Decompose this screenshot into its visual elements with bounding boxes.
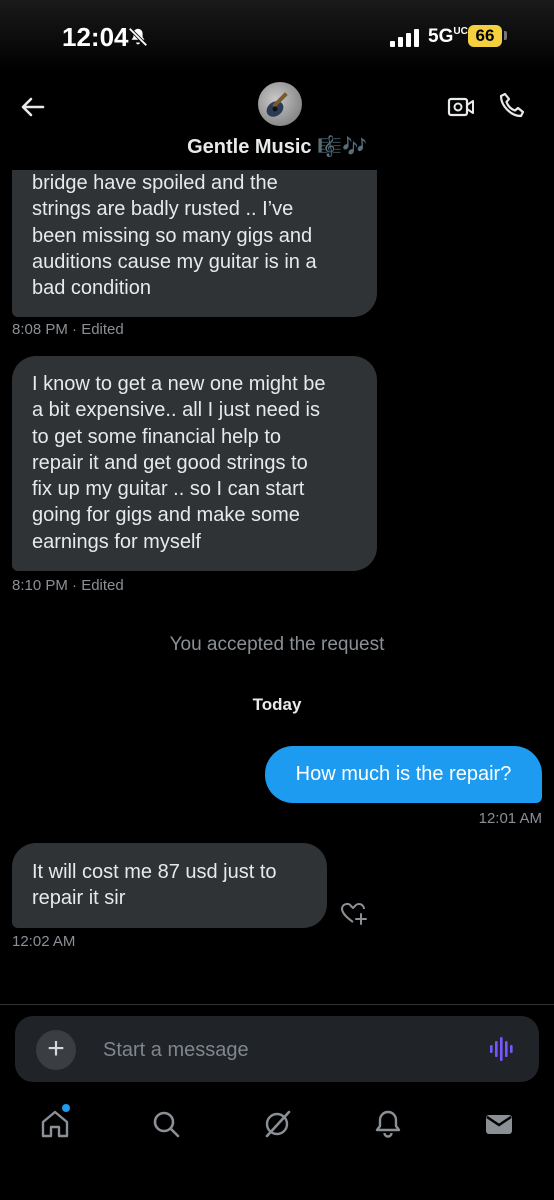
message-input[interactable] — [101, 1028, 465, 1072]
status-time: 12:04 — [62, 22, 129, 52]
message-line: been missing so many gigs and — [32, 224, 313, 247]
video-camera-icon[interactable] — [446, 92, 476, 122]
message-composer: + — [15, 1016, 539, 1082]
message-bubble-incoming[interactable]: I know to get a new one might be a bit e… — [12, 356, 377, 571]
message-line: earnings for myself — [32, 530, 201, 553]
message-line: auditions cause my guitar is in a — [32, 250, 317, 273]
message-bubble-outgoing[interactable]: How much is the repair? — [265, 746, 542, 803]
arrow-left-icon[interactable] — [18, 92, 48, 122]
heart-plus-icon[interactable] — [340, 900, 368, 926]
contact-name[interactable]: Gentle Music 🎼🎶 — [0, 134, 554, 159]
message-line: a bit expensive.. all I just need is — [32, 399, 320, 422]
home-icon[interactable] — [39, 1108, 71, 1140]
message-bubble-incoming[interactable]: bridge have spoiled and the strings are … — [12, 170, 377, 317]
voice-message-icon[interactable] — [489, 1036, 517, 1062]
search-icon[interactable] — [150, 1108, 182, 1140]
divider — [0, 1004, 554, 1005]
guitar-icon — [266, 92, 288, 117]
request-accepted-note: You accepted the request — [169, 634, 385, 655]
message-timestamp: 12:02 AM — [12, 933, 76, 950]
notifications-icon[interactable] — [372, 1108, 404, 1140]
message-line: to get some financial help to — [32, 425, 282, 448]
add-attachment-button[interactable]: + — [36, 1030, 76, 1070]
battery-level: 66 — [468, 25, 502, 47]
phone-icon[interactable] — [497, 90, 527, 120]
message-timestamp: 8:08 PM · Edited — [12, 321, 124, 338]
message-timestamp: 12:01 AM — [478, 810, 542, 827]
message-line: bridge have spoiled and the — [32, 172, 278, 194]
message-line: bad condition — [32, 277, 151, 300]
grok-icon[interactable] — [261, 1108, 293, 1140]
signal-icon — [390, 29, 419, 47]
status-bar: 12:04 5GUC 66 — [0, 0, 554, 70]
network-type: 5GUC — [428, 26, 468, 47]
unread-indicator — [62, 1104, 70, 1112]
message-line: repair it sir — [32, 887, 126, 910]
message-line: strings are badly rusted .. I’ve — [32, 198, 294, 221]
battery-tip — [504, 31, 507, 40]
day-separator: Today — [252, 695, 302, 714]
message-timestamp: 8:10 PM · Edited — [12, 577, 124, 594]
bottom-tab-bar — [0, 1094, 554, 1200]
message-bubble-incoming[interactable]: It will cost me 87 usd just to repair it… — [12, 843, 327, 928]
conversation-header: Gentle Music 🎼🎶 — [0, 70, 554, 170]
message-line: I know to get a new one might be — [32, 373, 326, 395]
bell-muted-icon — [128, 27, 148, 47]
messages-icon[interactable] — [483, 1108, 515, 1140]
message-line: fix up my guitar .. so I can start — [32, 478, 305, 501]
message-line: going for gigs and make some — [32, 504, 300, 527]
message-line: repair it and get good strings to — [32, 451, 308, 474]
avatar[interactable] — [258, 82, 302, 126]
message-line: It will cost me 87 usd just to — [32, 861, 277, 883]
